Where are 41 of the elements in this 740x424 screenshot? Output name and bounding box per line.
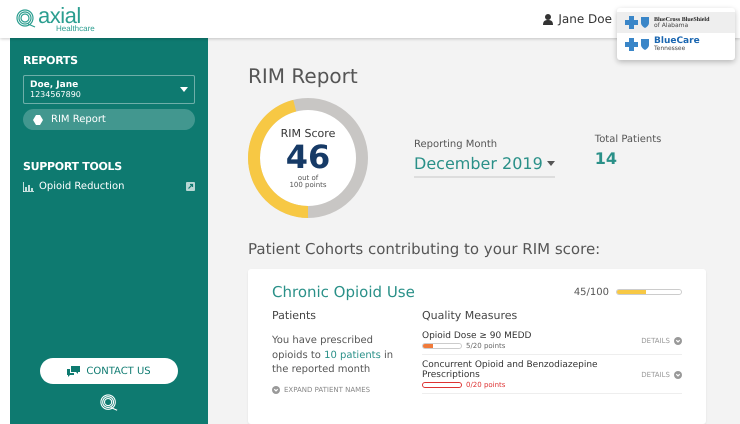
chat-icon: [67, 366, 80, 376]
caret-icon: [546, 160, 555, 166]
user-icon: [543, 14, 554, 24]
column-heading: Patients: [272, 309, 318, 322]
column-heading: Quality Measures: [422, 309, 518, 322]
measure-name: Concurrent Opioid and Benzodiazepine Prescriptions: [422, 360, 599, 380]
chevron-down-icon: [674, 336, 682, 344]
stat-value: 14: [594, 149, 618, 168]
patients-summary: You have prescribed opioids to 10 patients in the reported month: [272, 334, 394, 377]
patient-select[interactable]: Doe, Jane 1234567890: [23, 75, 195, 104]
caret-icon: [180, 87, 188, 92]
measure-name: Opioid Dose ≥ 90 MEDD: [422, 331, 532, 341]
section-heading: SUPPORT TOOLS: [23, 160, 123, 173]
cross-and-shield-icon: [625, 38, 651, 51]
insurer-name: BlueCare: [654, 37, 700, 46]
logo-subtitle: Healthcare: [56, 25, 95, 33]
section-heading: REPORTS: [23, 54, 79, 67]
external-link-icon[interactable]: [186, 182, 195, 191]
cross-and-shield-icon: [625, 16, 651, 29]
contact-button[interactable]: CONTACT US: [40, 358, 178, 384]
stat-label: Total Patients: [594, 134, 662, 145]
logo-icon: [16, 9, 36, 29]
chevron-down-icon: [674, 370, 682, 378]
page-title: RIM Report: [248, 64, 359, 88]
month-dropdown[interactable]: December 2019: [414, 154, 555, 178]
score-value: 46: [286, 140, 330, 172]
cohort-score: 45/100: [574, 286, 609, 298]
tool-link[interactable]: Opioid Reduction: [39, 181, 181, 192]
section-heading: Patient Cohorts contributing to your RIM score:: [248, 240, 602, 258]
chevron-down-icon: [272, 386, 280, 394]
cohort-title: Chronic Opioid Use: [272, 283, 415, 301]
stat-label: Reporting Month: [414, 138, 498, 150]
logo-mark-icon: [100, 394, 118, 412]
sidebar-item[interactable]: RIM Report: [23, 109, 195, 130]
patient-name: Doe, Jane: [30, 80, 80, 90]
user-name[interactable]: Jane Doe: [558, 12, 612, 26]
patient-id: 1234567890: [30, 90, 81, 99]
hexagon-icon: [33, 114, 43, 124]
chart-icon: [23, 182, 34, 192]
score-bar: [616, 289, 682, 295]
score-label: RIM Score: [280, 128, 336, 138]
